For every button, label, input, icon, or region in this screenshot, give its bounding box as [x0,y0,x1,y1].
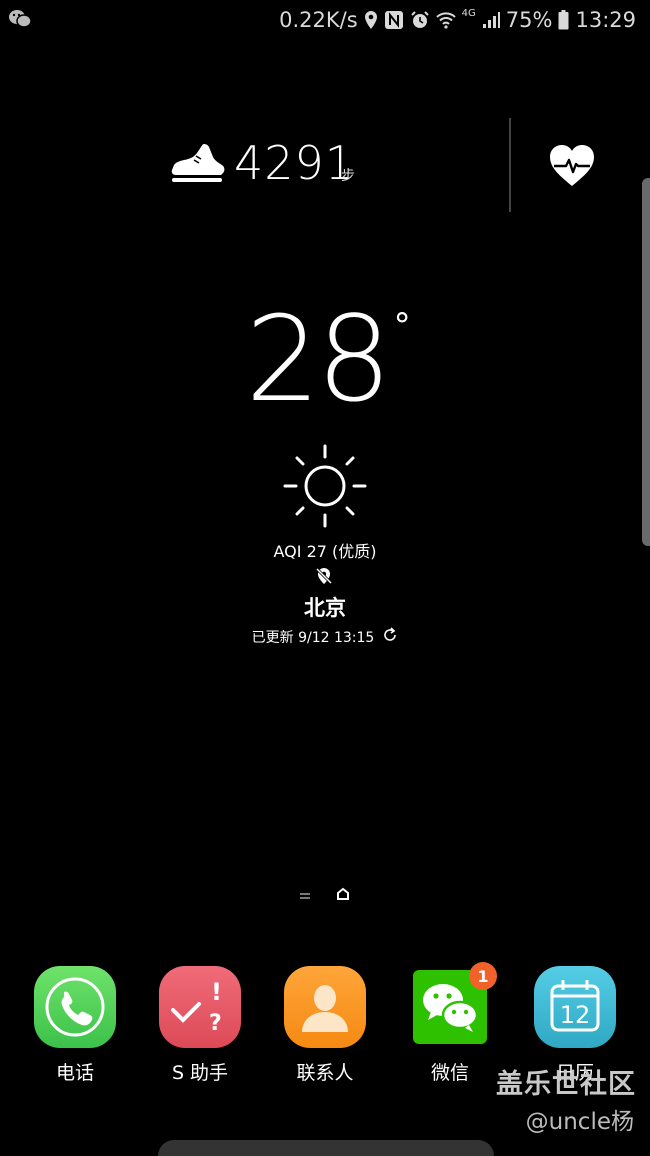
menu-page-indicator[interactable] [300,892,310,899]
health-divider [509,118,511,212]
nfc-icon [384,10,404,30]
svg-text:!: ! [211,978,222,1006]
aqi-value: AQI 27 (优质) [273,542,377,561]
4g-icon: 4G [461,7,476,19]
wechat-notification-icon [8,8,32,34]
status-bar: 0.22K/s 4G 75% 13:29 [0,0,650,40]
heart-rate-icon[interactable] [548,144,596,192]
health-widget[interactable]: 4291 步 [0,110,650,220]
app-label-s-assistant: S 助手 [171,1062,229,1084]
alarm-icon [410,10,430,30]
wifi-icon [435,11,456,29]
navigation-handle[interactable] [158,1140,494,1156]
svg-text:?: ? [209,1011,222,1036]
page-indicator [0,886,650,905]
wechat-badge: 1 [469,962,497,990]
app-label-contacts: 联系人 [296,1062,354,1084]
contacts-icon[interactable] [284,966,366,1048]
clock: 13:29 [575,8,636,32]
steps-count: 4291 [234,136,356,190]
city-name: 北京 [304,596,346,620]
watermark-title: 盖乐世社区 [496,1069,636,1100]
battery-icon [558,10,569,30]
s-assistant-icon[interactable]: ! ? [159,966,241,1048]
signal-icon [482,11,500,29]
app-label-phone: 电话 [55,1062,94,1084]
phone-icon[interactable] [34,966,116,1048]
sun-icon [283,444,367,532]
watermark-handle: @uncle杨 [525,1109,634,1135]
shoe-icon [170,142,226,190]
location-off-icon [314,566,334,590]
app-phone[interactable]: 电话 [25,962,125,1085]
battery-percent: 75% [505,8,553,32]
app-label-wechat: 微信 [430,1062,469,1084]
home-page-indicator[interactable] [336,886,350,905]
steps-unit: 步 [341,168,355,184]
wechat-icon[interactable]: 1 [413,962,497,1044]
calendar-day: 12 [559,1001,591,1029]
app-contacts[interactable]: 联系人 [275,962,375,1085]
app-wechat[interactable]: 1 微信 [400,962,500,1085]
calendar-icon[interactable]: 12 [534,966,616,1048]
app-s-assistant[interactable]: ! ? S 助手 [150,962,250,1085]
temperature-number: 28 [245,290,391,428]
weather-updated: 已更新 9/12 13:15 [0,627,650,647]
home-screen: 0.22K/s 4G 75% 13:29 4291 步 28 ° AQI 27 … [0,0,650,1156]
temperature-text: 28 ° [0,300,650,418]
updated-time: 已更新 9/12 13:15 [251,630,375,646]
network-speed: 0.22K/s [279,8,358,32]
status-icons: 0.22K/s 4G 75% 13:29 [279,6,636,34]
location-icon [364,10,378,30]
refresh-icon[interactable] [382,627,398,647]
degree-symbol: ° [393,306,411,346]
